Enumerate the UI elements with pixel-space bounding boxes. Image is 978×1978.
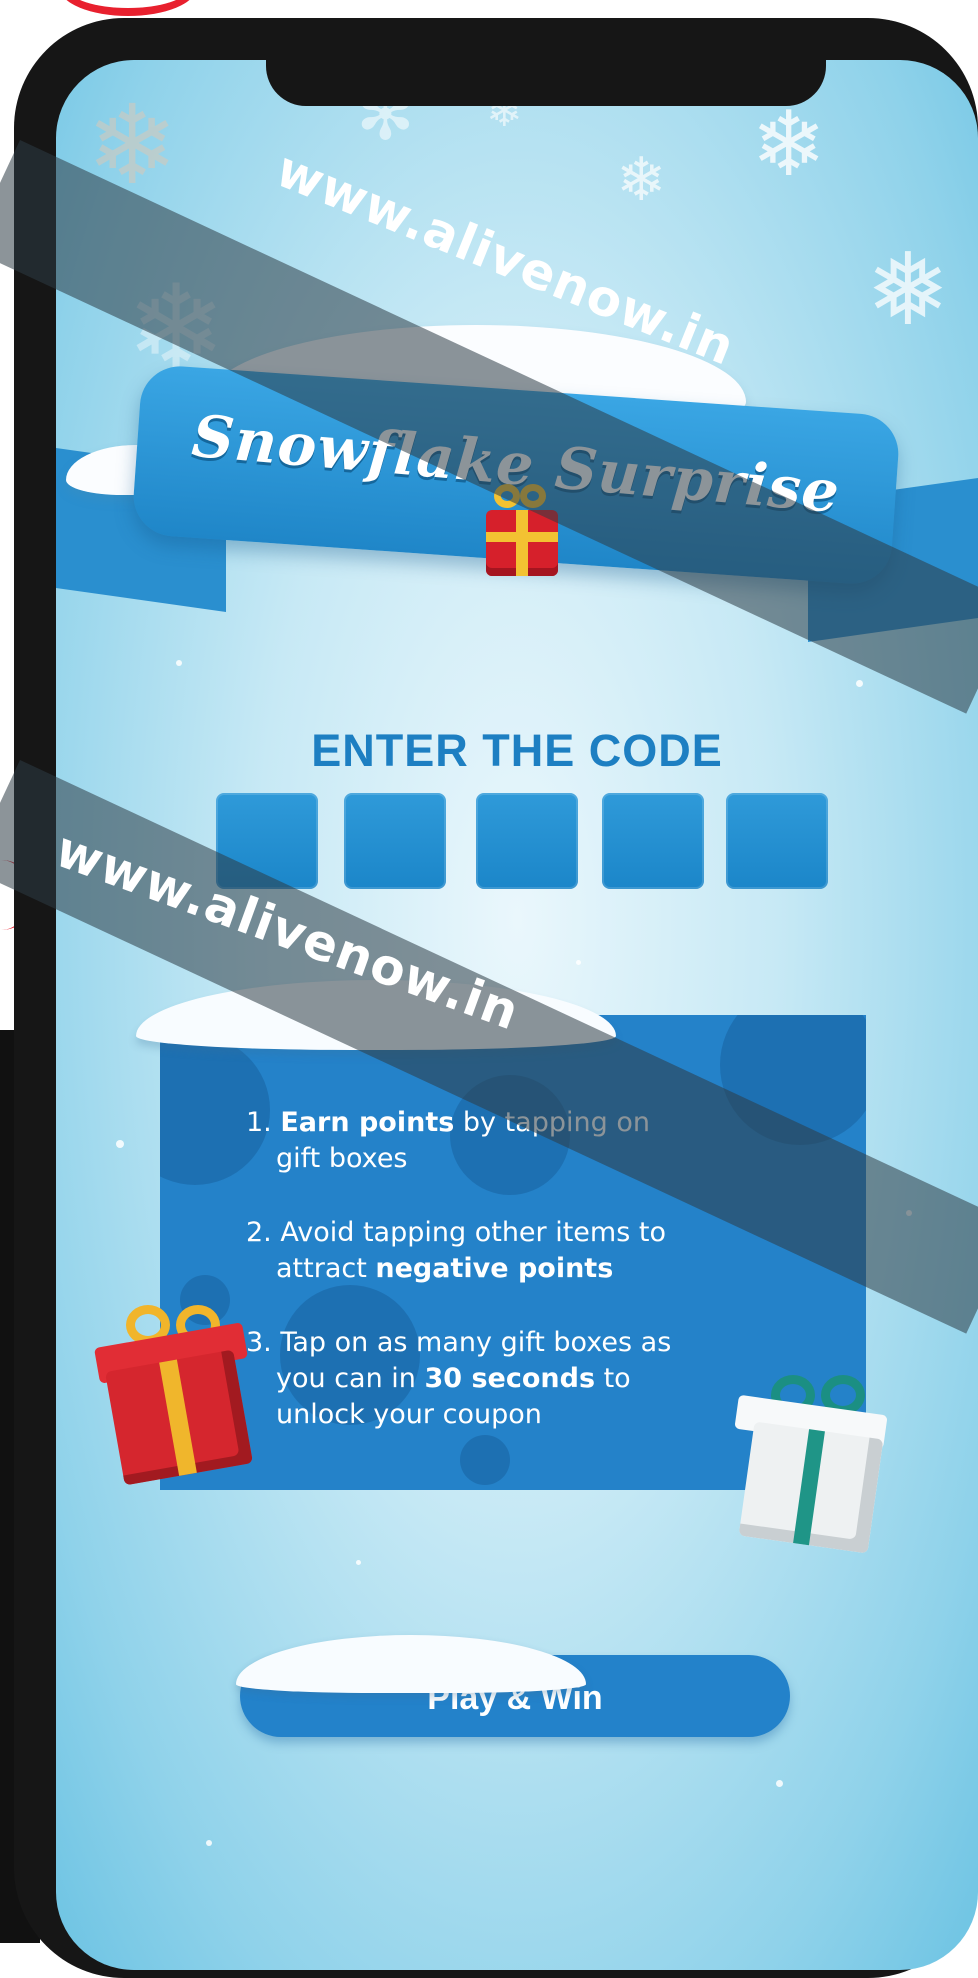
gift-box-red-icon xyxy=(105,1349,253,1486)
code-digit-3[interactable] xyxy=(476,793,578,889)
rule-item-2: 2. Avoid tapping other items to attract … xyxy=(246,1217,666,1284)
snowflake-icon: ❄ xyxy=(616,145,667,215)
code-digit-5[interactable] xyxy=(726,793,828,889)
gift-box-red-icon xyxy=(486,510,558,576)
enter-code-heading: ENTER THE CODE xyxy=(311,725,723,776)
snowflake-icon: ❅ xyxy=(866,231,950,348)
phone-notch xyxy=(266,60,826,106)
code-input-row xyxy=(216,793,836,889)
button-snow-cap xyxy=(236,1635,586,1693)
backdrop-red-arc xyxy=(60,0,196,16)
snowflake-icon: ❄ xyxy=(751,92,827,197)
code-digit-2[interactable] xyxy=(344,793,446,889)
code-digit-4[interactable] xyxy=(602,793,704,889)
gift-box-white-icon xyxy=(738,1421,884,1554)
rule-item-3: 3. Tap on as many gift boxes as you can … xyxy=(246,1327,672,1430)
